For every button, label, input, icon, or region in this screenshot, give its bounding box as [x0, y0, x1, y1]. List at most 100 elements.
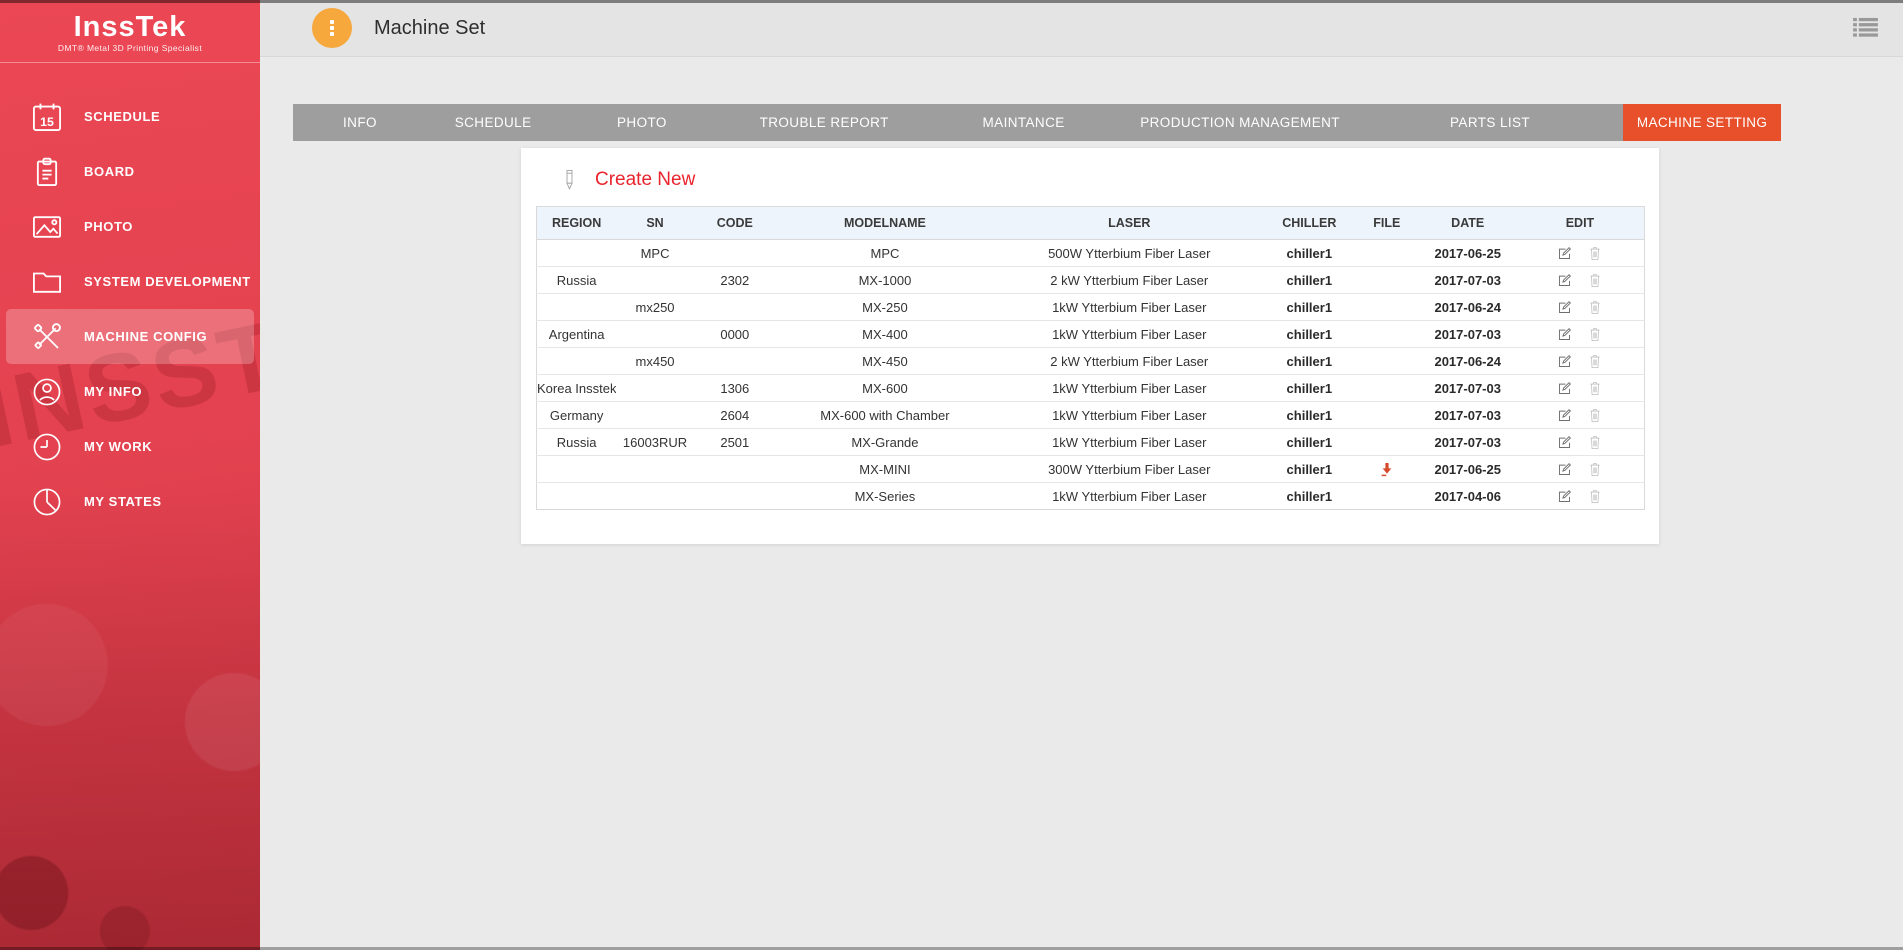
cell-chiller: chiller1 [1264, 294, 1354, 321]
cell-code [694, 348, 776, 375]
machine-set-panel: Create New REGIONSNCODEMODELNAMELASERCHI… [521, 148, 1659, 544]
table-row: MX-MINI300W Ytterbium Fiber Laserchiller… [537, 456, 1645, 483]
column-header-code: CODE [694, 207, 776, 240]
file-download-icon[interactable] [1379, 461, 1395, 477]
edit-icon[interactable] [1557, 300, 1572, 315]
column-header-region: REGION [537, 207, 617, 240]
trash-icon[interactable] [1588, 245, 1602, 262]
cell-code: 2501 [694, 429, 776, 456]
cell-laser: 300W Ytterbium Fiber Laser [994, 456, 1264, 483]
cell-region [537, 294, 617, 321]
trash-icon[interactable] [1588, 272, 1602, 289]
tab-maintance[interactable]: MAINTANCE [924, 104, 1123, 141]
logo-title: InssTek [0, 12, 260, 42]
edit-icon[interactable] [1557, 408, 1572, 423]
sidebar-item-label: BOARD [84, 164, 135, 179]
tab-machine-setting[interactable]: MACHINE SETTING [1623, 104, 1781, 141]
cell-edit [1516, 483, 1645, 510]
trash-icon[interactable] [1588, 434, 1602, 451]
edit-icon[interactable] [1557, 354, 1572, 369]
sidebar-item-system-development[interactable]: SYSTEM DEVELOPMENT [0, 254, 260, 309]
edit-icon[interactable] [1557, 489, 1572, 504]
edit-icon[interactable] [1557, 327, 1572, 342]
cell-file [1354, 348, 1419, 375]
cell-laser: 1kW Ytterbium Fiber Laser [994, 402, 1264, 429]
cell-modelname: MX-MINI [776, 456, 994, 483]
trash-icon[interactable] [1588, 299, 1602, 316]
cell-modelname: MX-450 [776, 348, 994, 375]
sidebar-item-photo[interactable]: PHOTO [0, 199, 260, 254]
column-header-chiller: CHILLER [1264, 207, 1354, 240]
header-menu-button[interactable] [312, 8, 352, 48]
photo-icon [30, 210, 64, 244]
cell-date: 2017-07-03 [1420, 267, 1516, 294]
cell-region [537, 348, 617, 375]
cell-laser: 500W Ytterbium Fiber Laser [994, 240, 1264, 267]
trash-icon[interactable] [1588, 407, 1602, 424]
sidebar-item-machine-config[interactable]: MACHINE CONFIG [6, 309, 254, 364]
trash-icon[interactable] [1588, 326, 1602, 343]
cell-edit [1516, 240, 1645, 267]
cell-chiller: chiller1 [1264, 267, 1354, 294]
cell-code [694, 483, 776, 510]
edit-icon[interactable] [1557, 435, 1572, 450]
table-row: Russia16003RUR2501MX-Grande1kW Ytterbium… [537, 429, 1645, 456]
cell-file [1354, 375, 1419, 402]
edit-icon[interactable] [1557, 273, 1572, 288]
edit-icon[interactable] [1557, 381, 1572, 396]
cell-modelname: MX-1000 [776, 267, 994, 294]
edit-icon[interactable] [1557, 462, 1572, 477]
cell-file [1354, 429, 1419, 456]
cell-date: 2017-04-06 [1420, 483, 1516, 510]
trash-icon[interactable] [1588, 488, 1602, 505]
cell-sn [616, 267, 694, 294]
user-icon [30, 375, 64, 409]
cell-region: Argentina [537, 321, 617, 348]
window-top-edge [0, 0, 1903, 3]
list-view-icon[interactable] [1853, 17, 1878, 38]
tab-photo[interactable]: PHOTO [559, 104, 724, 141]
cell-date: 2017-07-03 [1420, 402, 1516, 429]
create-new-label: Create New [595, 169, 695, 191]
sidebar-item-my-states[interactable]: MY STATES [0, 474, 260, 529]
cell-sn [616, 375, 694, 402]
table-row: Russia2302MX-10002 kW Ytterbium Fiber La… [537, 267, 1645, 294]
sidebar-item-my-info[interactable]: MY INFO [0, 364, 260, 419]
cell-edit [1516, 375, 1645, 402]
cell-region: Russia [537, 429, 617, 456]
sidebar-item-board[interactable]: BOARD [0, 144, 260, 199]
edit-icon[interactable] [1557, 246, 1572, 261]
table-row: Argentina0000MX-4001kW Ytterbium Fiber L… [537, 321, 1645, 348]
create-new-button[interactable]: Create New [521, 148, 751, 206]
tab-trouble-report[interactable]: TROUBLE REPORT [724, 104, 923, 141]
column-header-edit: EDIT [1516, 207, 1645, 240]
cell-file [1354, 321, 1419, 348]
sidebar-item-label: SCHEDULE [84, 109, 160, 124]
cell-laser: 2 kW Ytterbium Fiber Laser [994, 348, 1264, 375]
cell-region: Russia [537, 267, 617, 294]
tab-schedule[interactable]: SCHEDULE [427, 104, 559, 141]
dots-vertical-icon [330, 26, 334, 30]
cell-date: 2017-06-24 [1420, 294, 1516, 321]
trash-icon[interactable] [1588, 461, 1602, 478]
column-header-date: DATE [1420, 207, 1516, 240]
table-row: Germany2604MX-600 with Chamber1kW Ytterb… [537, 402, 1645, 429]
dots-vertical-icon [330, 32, 334, 36]
trash-icon[interactable] [1588, 380, 1602, 397]
trash-icon[interactable] [1588, 353, 1602, 370]
cell-chiller: chiller1 [1264, 348, 1354, 375]
sidebar-item-label: PHOTO [84, 219, 133, 234]
calendar-icon: 15 [30, 100, 64, 134]
cell-code: 2604 [694, 402, 776, 429]
cell-edit [1516, 429, 1645, 456]
logo: InssTek DMT® Metal 3D Printing Specialis… [0, 0, 260, 53]
tab-parts-list[interactable]: PARTS LIST [1357, 104, 1623, 141]
tab-production-management[interactable]: PRODUCTION MANAGEMENT [1123, 104, 1357, 141]
cell-date: 2017-06-25 [1420, 456, 1516, 483]
sidebar-item-schedule[interactable]: 15 SCHEDULE [0, 89, 260, 144]
sidebar-item-my-work[interactable]: MY WORK [0, 419, 260, 474]
pie-icon [30, 485, 64, 519]
tab-info[interactable]: INFO [293, 104, 427, 141]
table-row: mx250MX-2501kW Ytterbium Fiber Laserchil… [537, 294, 1645, 321]
cell-edit [1516, 321, 1645, 348]
